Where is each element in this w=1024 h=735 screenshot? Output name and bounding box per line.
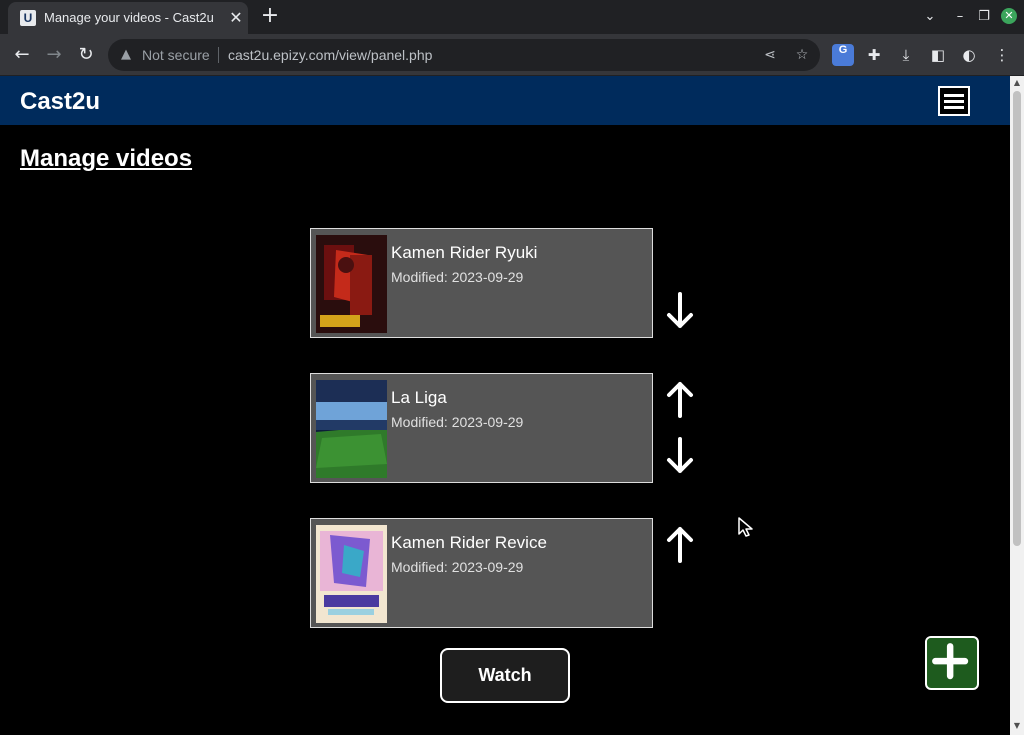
- omnibox-divider: [218, 47, 219, 63]
- browser-tab-bar: U Manage your videos - Cast2u ✕ + ⌄ – ❐ …: [0, 0, 1024, 34]
- forward-icon[interactable]: →: [42, 43, 66, 67]
- minimize-icon[interactable]: –: [951, 8, 969, 26]
- download-icon[interactable]: ⤓: [895, 44, 917, 66]
- scroll-down-icon[interactable]: ▼: [1012, 721, 1022, 731]
- tab-close-icon[interactable]: ✕: [226, 8, 246, 28]
- plus-icon[interactable]: [925, 636, 979, 690]
- browser-tab[interactable]: U Manage your videos - Cast2u ✕: [8, 2, 248, 34]
- bookmark-star-icon[interactable]: ☆: [792, 45, 812, 65]
- profile-avatar-icon[interactable]: ◐: [958, 44, 980, 66]
- video-modified-date: Modified: 2023-09-29: [391, 559, 524, 575]
- video-thumbnail: [316, 380, 387, 478]
- address-bar[interactable]: ▲ Not secure cast2u.epizy.com/view/panel…: [108, 39, 820, 71]
- page-title: Manage videos: [20, 145, 193, 172]
- back-icon[interactable]: ←: [10, 43, 34, 67]
- move-down-arrow-icon[interactable]: [666, 292, 694, 330]
- reload-icon[interactable]: ↻: [74, 43, 98, 67]
- watch-button[interactable]: Watch: [440, 648, 570, 703]
- share-icon[interactable]: ⋖: [760, 45, 780, 65]
- extensions-puzzle-icon[interactable]: ✚: [863, 44, 885, 66]
- page-content: Cast2u Manage videos Kamen Rider Ryuki M…: [0, 76, 1010, 735]
- page-scrollbar[interactable]: ▲ ▼: [1010, 76, 1024, 735]
- hamburger-menu-icon[interactable]: [938, 86, 970, 116]
- move-up-arrow-icon[interactable]: [666, 525, 694, 563]
- scroll-thumb[interactable]: [1013, 91, 1021, 546]
- new-tab-button[interactable]: +: [258, 5, 282, 29]
- video-title: Kamen Rider Ryuki: [391, 243, 538, 262]
- tab-search-icon[interactable]: ⌄: [921, 8, 939, 26]
- video-title: Kamen Rider Revice: [391, 533, 547, 552]
- warning-icon[interactable]: ▲: [118, 47, 134, 63]
- video-thumbnail: [316, 235, 387, 333]
- menu-kebab-icon[interactable]: ⋮: [991, 44, 1013, 66]
- video-card[interactable]: Kamen Rider Ryuki Modified: 2023-09-29: [310, 228, 653, 338]
- tab-title: Manage your videos - Cast2u: [44, 10, 214, 25]
- scroll-up-icon[interactable]: ▲: [1012, 78, 1022, 88]
- window-close-icon[interactable]: ✕: [1001, 8, 1017, 24]
- video-modified-date: Modified: 2023-09-29: [391, 414, 524, 430]
- video-modified-date: Modified: 2023-09-29: [391, 269, 524, 285]
- security-label[interactable]: Not secure: [142, 47, 210, 63]
- brand-logo[interactable]: Cast2u: [20, 88, 100, 116]
- move-up-arrow-icon[interactable]: [666, 380, 694, 418]
- video-card[interactable]: Kamen Rider Revice Modified: 2023-09-29: [310, 518, 653, 628]
- restore-icon[interactable]: ❐: [975, 8, 993, 26]
- video-card[interactable]: La Liga Modified: 2023-09-29: [310, 373, 653, 483]
- move-down-arrow-icon[interactable]: [666, 437, 694, 475]
- video-thumbnail: [316, 525, 387, 623]
- browser-toolbar: ← → ↻ ▲ Not secure cast2u.epizy.com/view…: [0, 34, 1024, 76]
- mouse-cursor-icon: [738, 517, 753, 537]
- site-header: Cast2u: [0, 76, 1010, 125]
- url-text[interactable]: cast2u.epizy.com/view/panel.php: [228, 47, 432, 63]
- favicon-icon: U: [20, 10, 36, 26]
- video-title: La Liga: [391, 388, 447, 407]
- translate-extension-icon[interactable]: G: [832, 44, 854, 66]
- side-panel-icon[interactable]: ◧: [927, 44, 949, 66]
